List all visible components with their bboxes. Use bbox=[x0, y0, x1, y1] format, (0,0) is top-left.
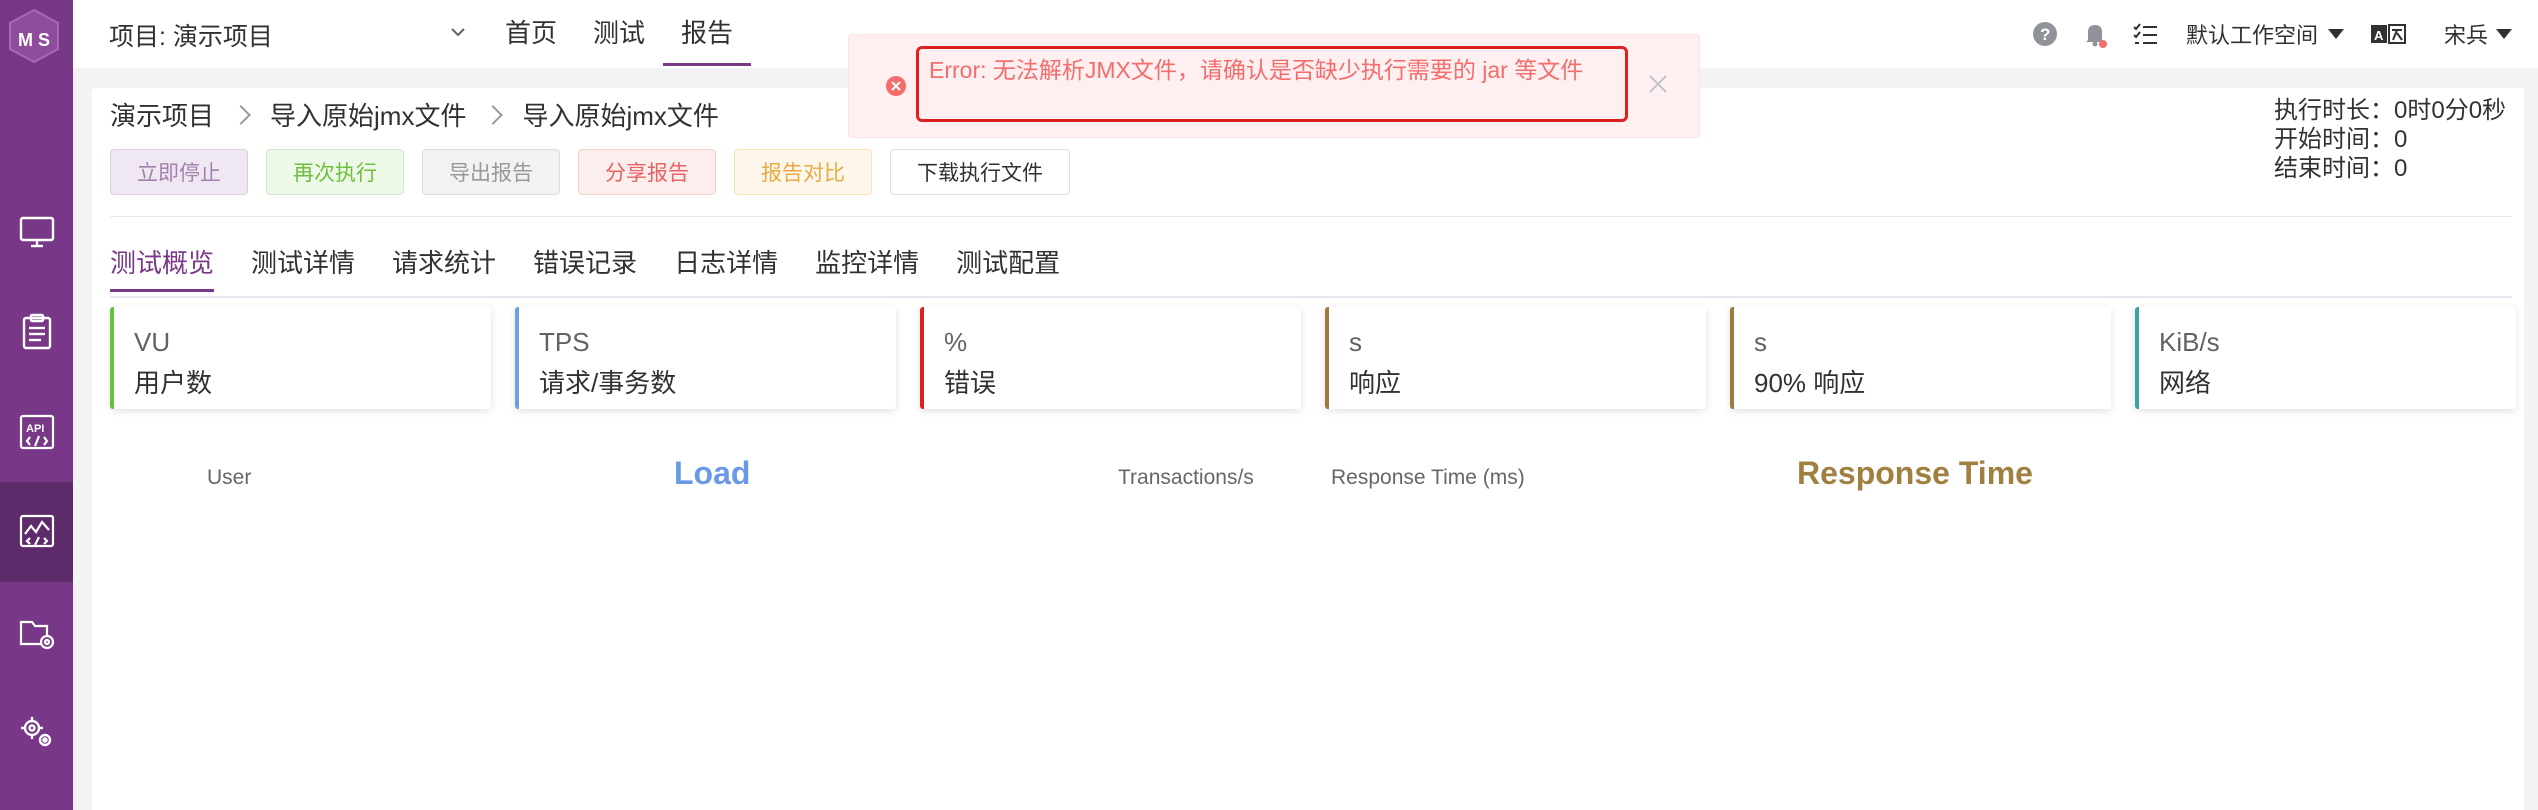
breadcrumb-test[interactable]: 导入原始jmx文件 bbox=[270, 96, 466, 133]
metric-card-network: KiB/s 网络 bbox=[2135, 307, 2516, 409]
breadcrumb: 演示项目 导入原始jmx文件 导入原始jmx文件 bbox=[110, 96, 719, 133]
task-list-icon[interactable] bbox=[2130, 19, 2160, 49]
load-chart-y2-axis-label: Transactions/s bbox=[1118, 466, 1254, 489]
nav-test[interactable]: 测试 bbox=[575, 0, 663, 66]
error-toast: Error: 无法解析JMX文件，请确认是否缺少执行需要的 jar 等文件 bbox=[848, 34, 1700, 138]
tab-errors[interactable]: 错误记录 bbox=[533, 243, 637, 292]
metric-card-users: VU 用户数 bbox=[110, 307, 491, 409]
metric-label: 用户数 bbox=[134, 368, 213, 398]
metric-value: s bbox=[1754, 327, 1767, 357]
gears-icon bbox=[20, 717, 51, 747]
caret-down-icon[interactable] bbox=[2327, 29, 2344, 39]
tab-config[interactable]: 测试配置 bbox=[956, 243, 1060, 292]
download-files-button[interactable]: 下载执行文件 bbox=[890, 149, 1070, 195]
metric-value: VU bbox=[134, 327, 171, 357]
metric-value: KiB/s bbox=[2159, 327, 2220, 357]
tab-underline bbox=[110, 296, 2512, 298]
duration-text: 执行时长：0时0分0秒 bbox=[2274, 97, 2507, 124]
divider bbox=[110, 216, 2512, 217]
stop-button[interactable]: 立即停止 bbox=[110, 149, 248, 195]
svg-text:S: S bbox=[38, 30, 50, 50]
start-time-text: 开始时间：0 bbox=[2274, 126, 2408, 153]
end-time-text: 结束时间：0 bbox=[2274, 155, 2408, 182]
action-bar: 立即停止 再次执行 导出报告 分享报告 报告对比 下载执行文件 bbox=[110, 149, 1088, 195]
load-chart-title: Load bbox=[674, 455, 751, 491]
header-tools: ? 默认工作空间 A 宋兵 bbox=[2030, 0, 2538, 68]
tab-request-stats[interactable]: 请求统计 bbox=[392, 243, 496, 292]
metric-value: % bbox=[944, 327, 968, 357]
run-timing: 执行时长：0时0分0秒 开始时间：0 结束时间：0 bbox=[2274, 96, 2506, 183]
share-report-button[interactable]: 分享报告 bbox=[578, 149, 716, 195]
tab-logs[interactable]: 日志详情 bbox=[674, 243, 778, 292]
monitor-icon bbox=[19, 216, 54, 248]
nav-report[interactable]: 报告 bbox=[663, 0, 752, 66]
sidebar-item-settings[interactable] bbox=[0, 682, 73, 782]
export-report-button[interactable]: 导出报告 bbox=[422, 149, 560, 195]
sidebar-item-project[interactable] bbox=[0, 582, 73, 682]
sidebar: M S API bbox=[0, 0, 73, 810]
metric-card-response: s 响应 bbox=[1325, 307, 1706, 409]
api-icon: API bbox=[19, 414, 54, 450]
bell-icon[interactable] bbox=[2080, 19, 2110, 49]
svg-text:M: M bbox=[18, 30, 33, 50]
metric-label: 网络 bbox=[2159, 368, 2212, 398]
help-icon[interactable]: ? bbox=[2030, 19, 2060, 49]
performance-icon bbox=[19, 514, 54, 548]
metric-label: 错误 bbox=[944, 368, 997, 398]
sidebar-item-api[interactable]: API bbox=[0, 382, 73, 482]
caret-down-icon[interactable] bbox=[2496, 29, 2512, 39]
language-icon[interactable]: A bbox=[2370, 19, 2406, 49]
metric-label: 90% 响应 bbox=[1754, 368, 1866, 398]
metric-value: s bbox=[1349, 327, 1362, 357]
tab-details[interactable]: 测试详情 bbox=[251, 243, 355, 292]
metric-card-tps: TPS 请求/事务数 bbox=[515, 307, 896, 409]
report-panel: 演示项目 导入原始jmx文件 导入原始jmx文件 立即停止 再次执行 导出报告 … bbox=[92, 88, 2524, 810]
chevron-right-icon bbox=[231, 104, 251, 125]
load-chart-y-axis-label: User bbox=[207, 466, 252, 489]
project-selector[interactable]: 项目: 演示项目 bbox=[109, 17, 465, 53]
breadcrumb-report: 导入原始jmx文件 bbox=[522, 101, 719, 131]
workspace-selector[interactable]: 默认工作空间 bbox=[2186, 18, 2318, 50]
tab-overview[interactable]: 测试概览 bbox=[110, 243, 215, 292]
metric-card-errors: % 错误 bbox=[920, 307, 1301, 409]
clipboard-icon bbox=[22, 313, 51, 350]
folder-settings-icon bbox=[19, 620, 54, 650]
metric-label: 响应 bbox=[1349, 368, 1402, 398]
svg-text:API: API bbox=[26, 423, 44, 435]
metric-value: TPS bbox=[539, 327, 590, 357]
svg-text:?: ? bbox=[2040, 25, 2050, 44]
project-label: 项目: 演示项目 bbox=[109, 23, 273, 51]
close-icon[interactable] bbox=[1645, 71, 1671, 97]
error-message: Error: 无法解析JMX文件，请确认是否缺少执行需要的 jar 等文件 bbox=[916, 46, 1628, 122]
metric-card-p90: s 90% 响应 bbox=[1730, 307, 2111, 409]
chevron-right-icon bbox=[483, 104, 504, 125]
main-nav: 首页 测试 报告 bbox=[487, 0, 752, 68]
rerun-button[interactable]: 再次执行 bbox=[266, 149, 404, 195]
sidebar-item-track[interactable] bbox=[0, 282, 73, 382]
chevron-down-icon bbox=[451, 28, 465, 37]
metric-label: 请求/事务数 bbox=[539, 368, 677, 398]
svg-text:A: A bbox=[2374, 28, 2384, 43]
tab-monitor[interactable]: 监控详情 bbox=[815, 243, 919, 292]
response-chart-title: Response Time bbox=[1797, 455, 2033, 491]
response-chart-y-axis-label: Response Time (ms) bbox=[1331, 466, 1525, 489]
sidebar-item-performance[interactable] bbox=[0, 482, 73, 582]
report-tabs: 测试概览 测试详情 请求统计 错误记录 日志详情 监控详情 测试配置 bbox=[110, 243, 1097, 292]
sidebar-item-workbench[interactable] bbox=[0, 182, 73, 282]
nav-home[interactable]: 首页 bbox=[487, 0, 575, 66]
user-menu[interactable]: 宋兵 bbox=[2444, 18, 2488, 50]
breadcrumb-project[interactable]: 演示项目 bbox=[110, 96, 214, 133]
error-circle-icon bbox=[886, 76, 906, 96]
compare-report-button[interactable]: 报告对比 bbox=[734, 149, 872, 195]
metric-cards: VU 用户数 TPS 请求/事务数 % 错误 s 响应 s 90% 响应 KiB… bbox=[110, 307, 2516, 409]
ms-logo[interactable]: M S bbox=[6, 8, 62, 64]
